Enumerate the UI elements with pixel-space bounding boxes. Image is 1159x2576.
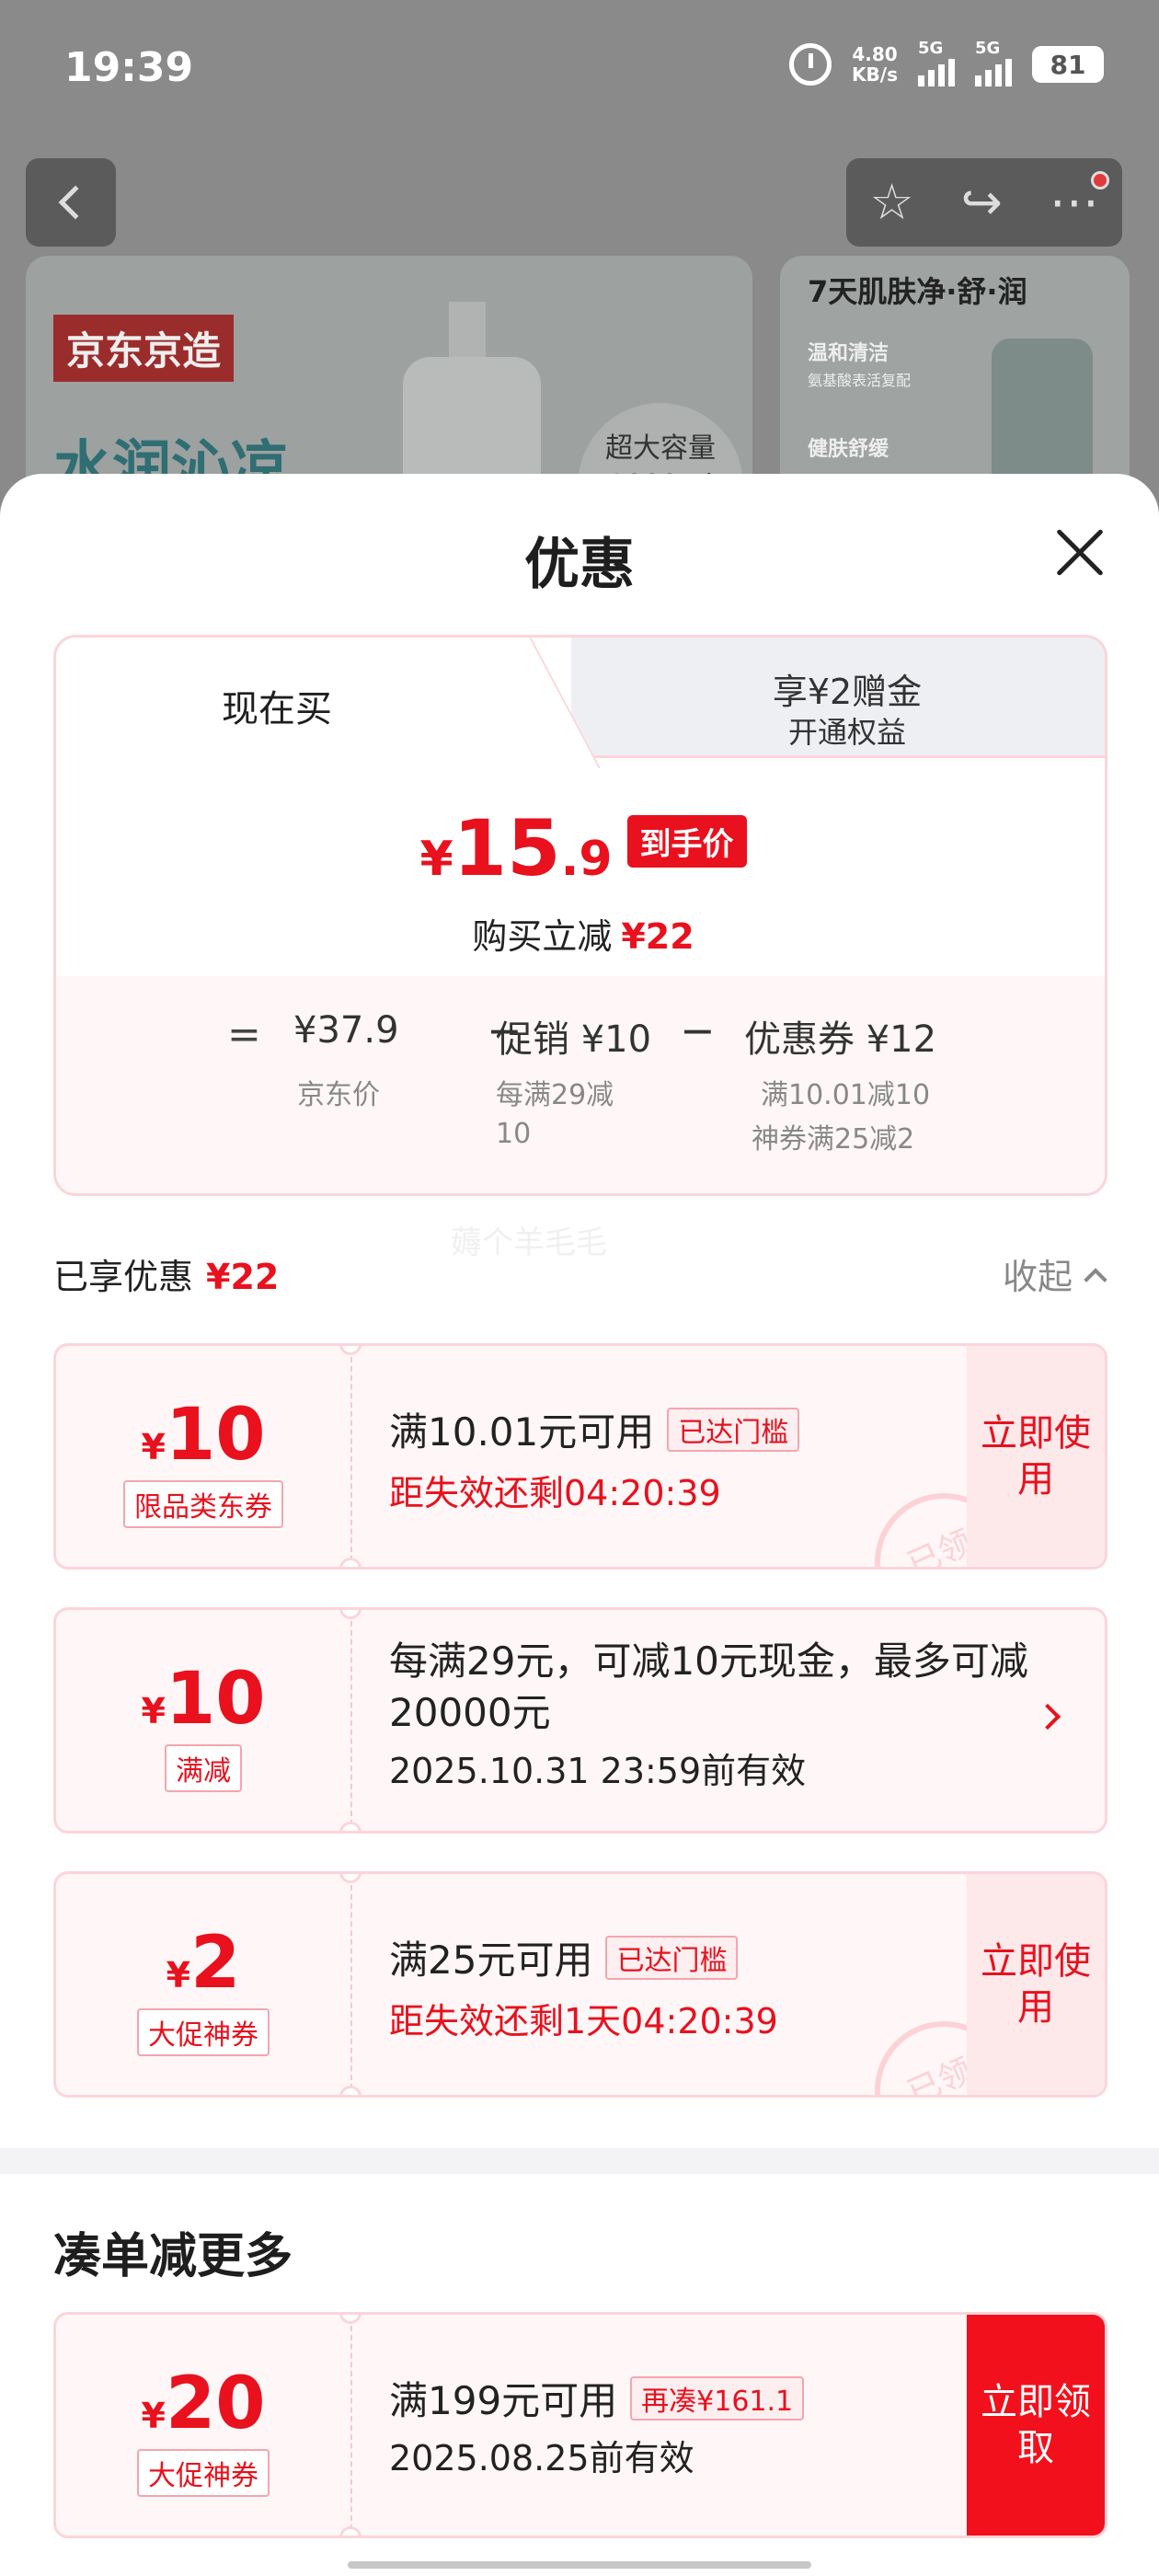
- add-more-badge: 再凑¥161.1: [630, 2375, 805, 2421]
- status-time: 19:39: [64, 44, 194, 91]
- coupon-type-badge: 满减: [165, 1744, 242, 1792]
- notification-dot: [1091, 171, 1109, 190]
- network-speed: 4.80 KB/s: [852, 43, 898, 86]
- alarm-icon: [789, 43, 832, 86]
- signal-5g-icon: 5G: [918, 39, 955, 86]
- discount-sheet: 优惠 享¥2赠金 开通权益 现在买 ¥ 15 .9 到手价 购买立减 ¥22 = …: [0, 474, 1159, 2576]
- coupon-type-badge: 大促神券: [137, 2449, 270, 2497]
- final-price: ¥ 15 .9 到手价: [56, 803, 1105, 893]
- section-title: 凑单减更多: [53, 2229, 293, 2284]
- breakdown-base-price: ¥37.9: [293, 1009, 399, 1052]
- breakdown-coupon: 优惠券 ¥12: [744, 1018, 937, 1061]
- section-divider: [0, 2148, 1159, 2174]
- threshold-badge: 已达门槛: [667, 1407, 800, 1452]
- price-breakdown: = ¥37.9 − 促销 ¥10 − 优惠券 ¥12 京东价 每满29减 10 …: [56, 976, 1105, 1193]
- coupon-card: ¥2 大促神券 满25元可用 已达门槛 距失效还剩1天04:20:39 已领 立即…: [53, 1871, 1107, 2098]
- coupon-card: ¥20 大促神券 满199元可用 再凑¥161.1 2025.08.25前有效 立…: [53, 2312, 1107, 2538]
- watermark: 薅个羊毛毛: [451, 1225, 607, 1261]
- sheet-title: 优惠: [524, 533, 635, 597]
- reduce-line: 购买立减 ¥22: [472, 916, 694, 957]
- coupon-condition: 满10.01元可用: [389, 1409, 655, 1455]
- home-indicator[interactable]: [348, 2561, 811, 2569]
- coupon-type-badge: 大促神券: [137, 2008, 270, 2056]
- enjoyed-discount: 已享优惠 ¥22: [53, 1257, 280, 1297]
- chevron-left-icon: [58, 185, 93, 220]
- coupon-description: 每满29元，可减10元现金，最多可减20000元: [389, 1639, 1028, 1735]
- star-icon[interactable]: ☆: [869, 178, 913, 227]
- collapse-button[interactable]: 收起: [1003, 1248, 1107, 1299]
- final-price-tag: 到手价: [626, 814, 747, 868]
- coupon-card: ¥10 限品类东券 满10.01元可用 已达门槛 距失效还剩04:20:39 已领…: [53, 1343, 1107, 1570]
- use-now-button[interactable]: 立即使用: [967, 1874, 1105, 2095]
- background-page: 19:39 4.80 KB/s 5G 5G 81 ☆ ↪ ⋯ 京东京造 水润沁凉…: [0, 0, 1159, 515]
- chevron-up-icon: [1084, 1267, 1107, 1292]
- brand-badge: 京东京造: [53, 315, 235, 382]
- battery-icon: 81: [1032, 46, 1104, 83]
- coupon-card[interactable]: ¥10 满减 每满29元，可减10元现金，最多可减20000元 2025.10.…: [53, 1607, 1107, 1834]
- share-icon[interactable]: ↪: [961, 178, 1003, 227]
- coupon-type-badge: 限品类东券: [123, 1480, 283, 1528]
- status-bar: 19:39 4.80 KB/s 5G 5G 81: [0, 0, 1159, 138]
- use-now-button[interactable]: 立即使用: [967, 1346, 1105, 1567]
- signal-5g-icon-2: 5G: [975, 39, 1012, 86]
- coupon-expiry: 2025.10.31 23:59前有效: [389, 1751, 807, 1791]
- top-actions: ☆ ↪ ⋯: [846, 158, 1122, 247]
- coupon-condition: 满199元可用: [389, 2378, 618, 2423]
- price-card: 享¥2赠金 开通权益 现在买 ¥ 15 .9 到手价 购买立减 ¥22 = ¥37…: [53, 635, 1107, 1196]
- status-icons: 4.80 KB/s 5G 5G 81: [789, 39, 1104, 86]
- coupon-condition: 满25元可用: [389, 1938, 593, 1983]
- breakdown-promo: 促销 ¥10: [496, 1018, 652, 1061]
- tab-buy-now[interactable]: 现在买: [56, 638, 571, 762]
- threshold-badge: 已达门槛: [605, 1935, 739, 1980]
- coupon-expiry: 2025.08.25前有效: [389, 2438, 694, 2478]
- claim-now-button[interactable]: 立即领取: [967, 2315, 1105, 2536]
- back-button[interactable]: [26, 158, 116, 247]
- close-icon[interactable]: [1054, 527, 1106, 579]
